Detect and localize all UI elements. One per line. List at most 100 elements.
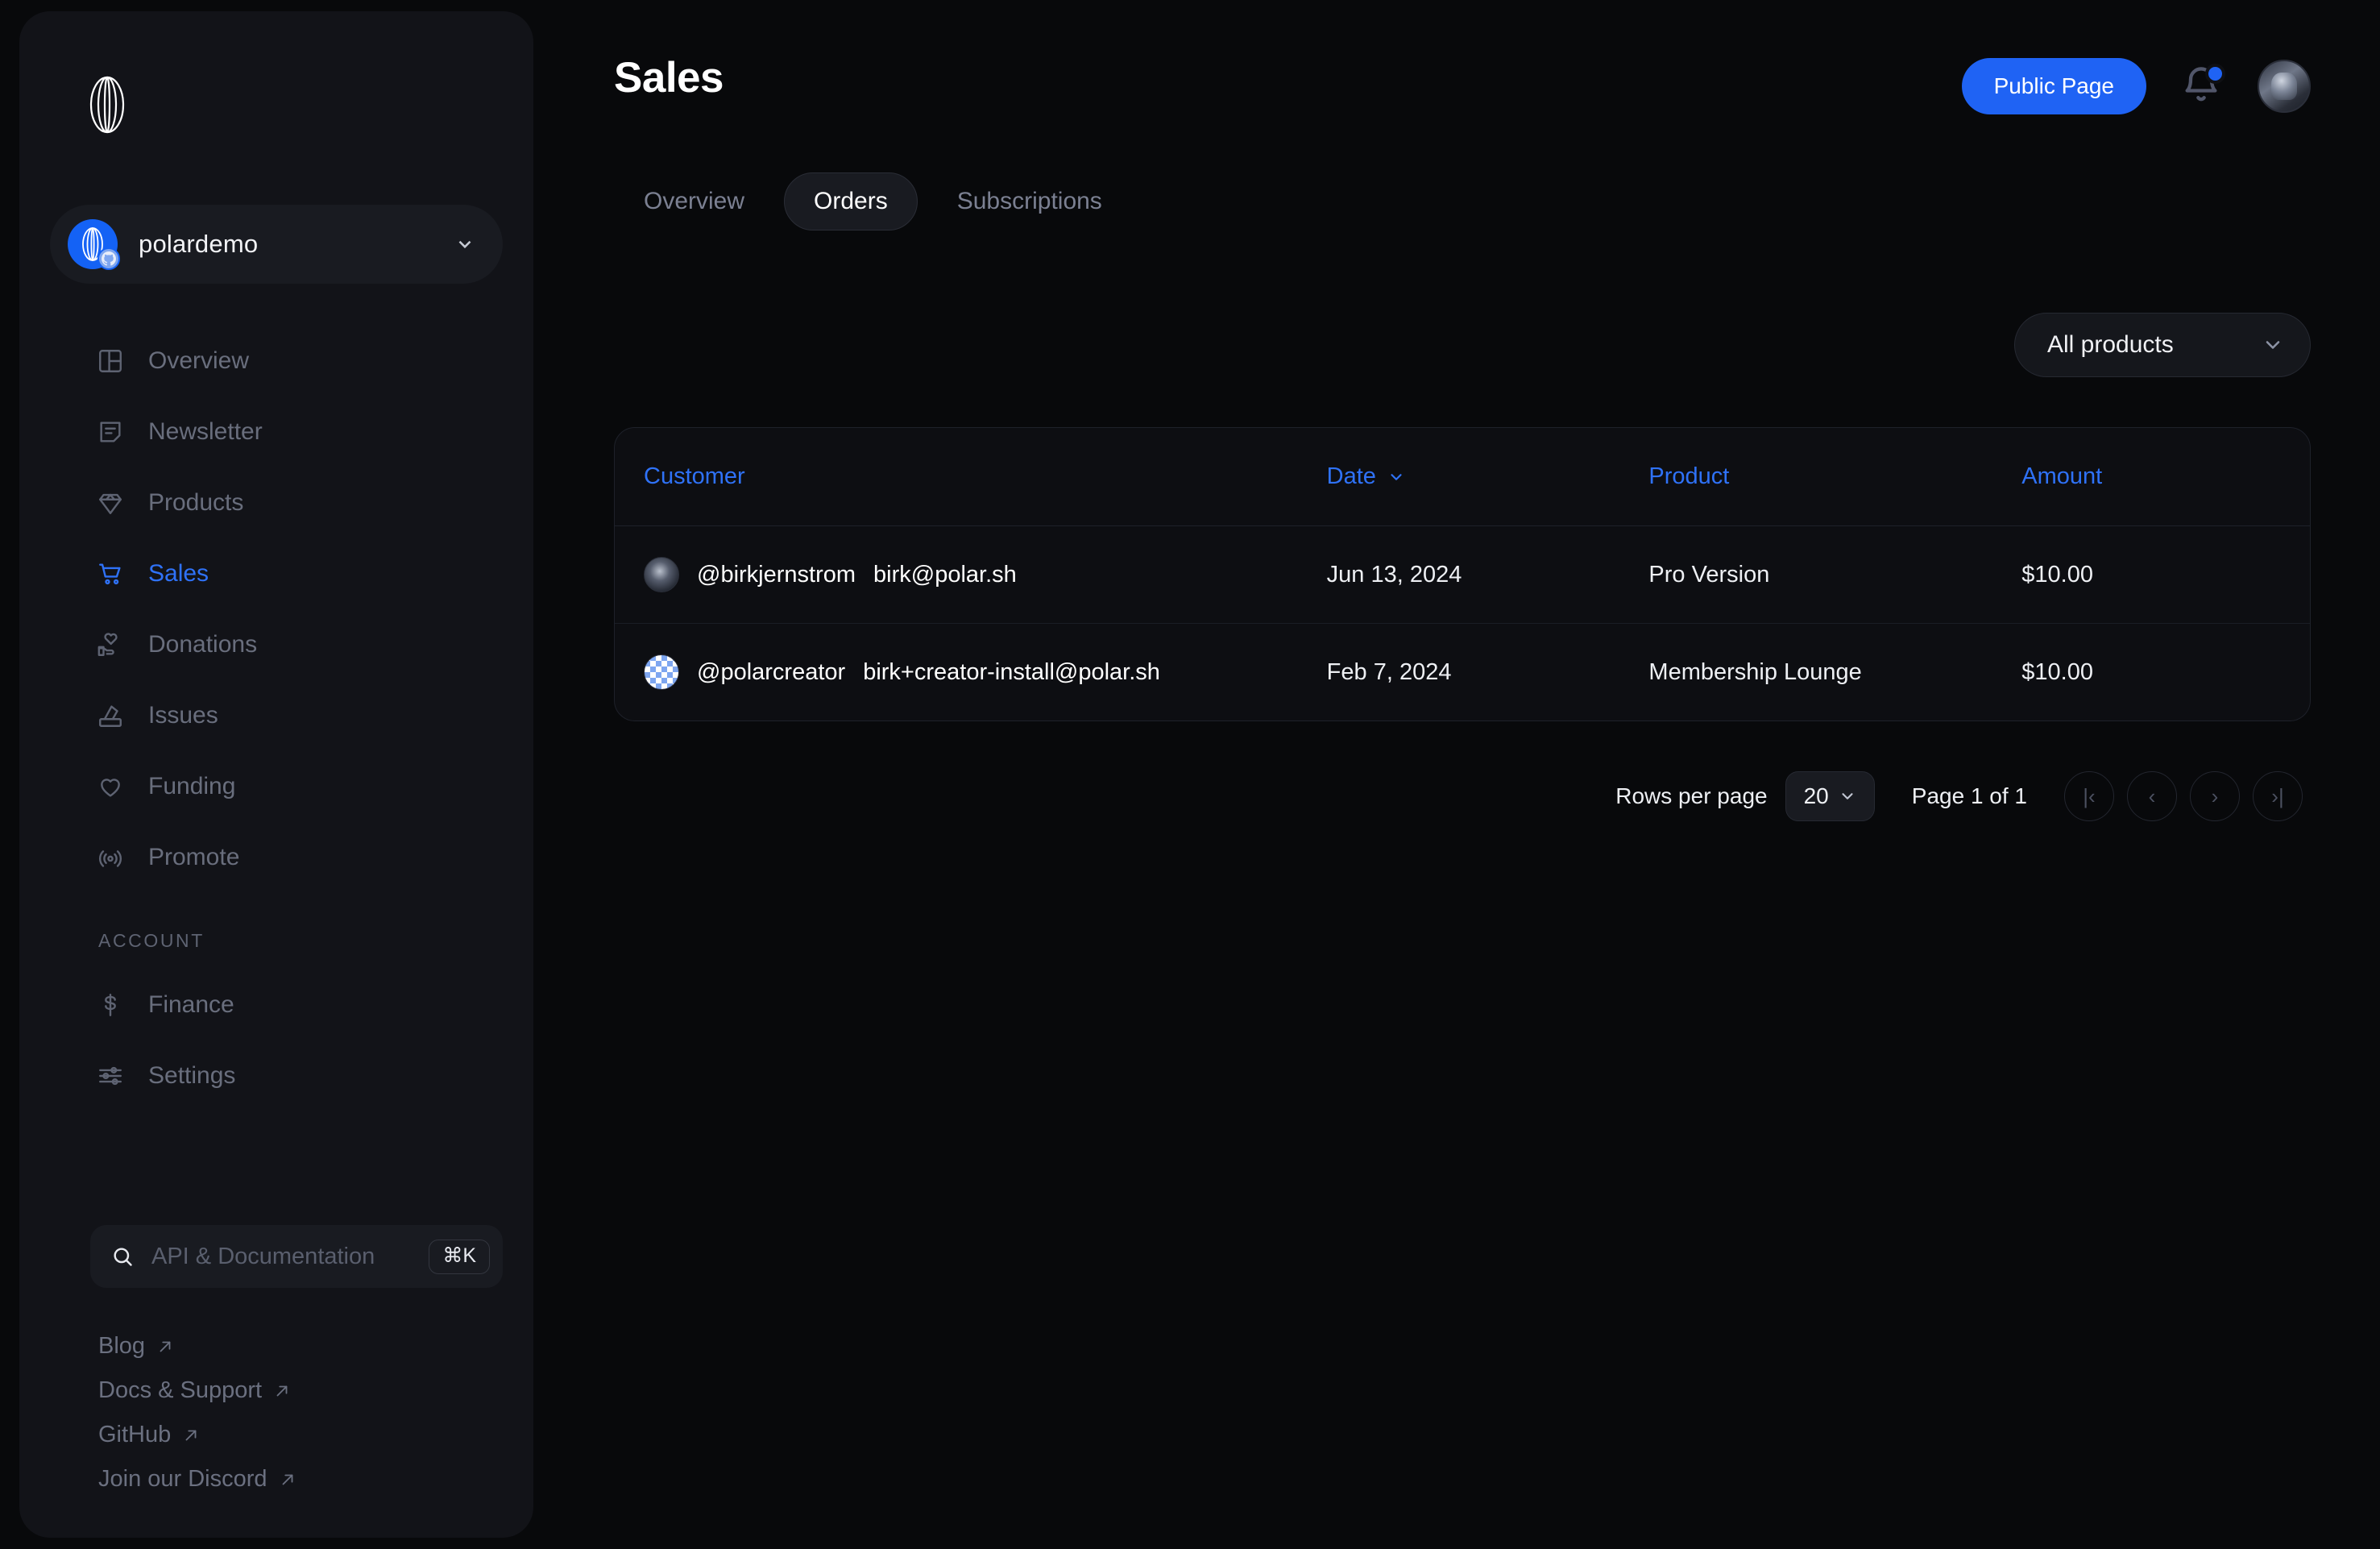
external-link-icon bbox=[160, 1341, 171, 1352]
chevron-down-icon bbox=[1842, 793, 1853, 799]
column-label: Product bbox=[1648, 463, 1730, 489]
sidebar-item-label: Newsletter bbox=[148, 418, 263, 445]
rows-per-page-label: Rows per page bbox=[1615, 783, 1768, 808]
search-input[interactable]: API & Documentation ⌘K bbox=[90, 1225, 503, 1288]
column-label: Amount bbox=[2021, 463, 2103, 489]
tab-bar: Overview Orders Subscriptions bbox=[614, 172, 2311, 230]
page-status: Page 1 of 1 bbox=[1911, 783, 2027, 808]
sidebar-footer-links: Blog Docs & Support GitHub Join our Disc… bbox=[19, 1288, 533, 1493]
layout-panel-icon bbox=[97, 347, 124, 375]
column-header-product[interactable]: Product bbox=[1648, 428, 2022, 526]
hand-heart-icon bbox=[97, 631, 124, 658]
pagination-buttons: |‹ ‹ › ›| bbox=[2064, 771, 2303, 821]
tab-overview[interactable]: Overview bbox=[614, 172, 774, 230]
rows-per-page-select[interactable]: 20 bbox=[1785, 771, 1875, 821]
column-label: Date bbox=[1326, 463, 1376, 489]
column-label: Customer bbox=[644, 463, 745, 489]
external-link-icon bbox=[276, 1385, 288, 1396]
sidebar-item-label: Products bbox=[148, 489, 244, 516]
broadcast-icon bbox=[97, 844, 124, 871]
first-page-button[interactable]: |‹ bbox=[2064, 771, 2114, 821]
footer-link-label: GitHub bbox=[98, 1422, 172, 1447]
polar-logo-wrap bbox=[19, 61, 533, 134]
column-header-customer[interactable]: Customer bbox=[615, 428, 1327, 526]
sidebar-item-issues[interactable]: Issues bbox=[19, 680, 533, 751]
external-link-icon bbox=[282, 1474, 292, 1485]
dollar-icon bbox=[97, 991, 124, 1019]
account-section-label: ACCOUNT bbox=[98, 930, 205, 951]
cell-customer: @polarcreator birk+creator-install@polar… bbox=[615, 624, 1327, 721]
table-row[interactable]: @birkjernstrom birk@polar.sh Jun 13, 202… bbox=[615, 526, 2310, 624]
tab-subscriptions[interactable]: Subscriptions bbox=[927, 172, 1132, 230]
org-selector[interactable]: polardemo bbox=[50, 205, 503, 284]
column-header-date[interactable]: Date bbox=[1326, 428, 1649, 526]
sidebar-item-promote[interactable]: Promote bbox=[19, 822, 533, 893]
search-shortcut-badge: ⌘K bbox=[429, 1239, 490, 1274]
cell-product: Membership Lounge bbox=[1648, 658, 1862, 685]
footer-link-label: Join our Discord bbox=[98, 1466, 267, 1492]
sidebar-item-label: Funding bbox=[148, 773, 236, 799]
main-header: Sales Public Page bbox=[614, 53, 2311, 114]
avatar[interactable] bbox=[2258, 60, 2311, 113]
chevron-down-icon bbox=[2266, 341, 2280, 349]
footer-link-docs-support[interactable]: Docs & Support bbox=[98, 1377, 291, 1404]
cell-amount: $10.00 bbox=[2021, 561, 2093, 588]
sidebar-item-settings[interactable]: Settings bbox=[19, 1040, 533, 1111]
column-header-amount[interactable]: Amount bbox=[2021, 428, 2310, 526]
external-link-icon bbox=[185, 1430, 197, 1440]
account-nav: Finance Settings bbox=[19, 970, 533, 1111]
org-avatar bbox=[68, 219, 120, 270]
sidebar-item-finance[interactable]: Finance bbox=[19, 970, 533, 1040]
footer-link-blog[interactable]: Blog bbox=[98, 1333, 174, 1360]
prev-page-button[interactable]: ‹ bbox=[2127, 771, 2177, 821]
customer-email: birk@polar.sh bbox=[873, 561, 1017, 588]
sidebar-item-label: Sales bbox=[148, 560, 209, 587]
sidebar-item-funding[interactable]: Funding bbox=[19, 751, 533, 822]
cell-product: Pro Version bbox=[1648, 561, 1770, 588]
pagination: Rows per page 20 Page 1 of 1 |‹ ‹ › ›| bbox=[614, 771, 2311, 821]
rows-per-page: Rows per page 20 bbox=[1615, 771, 1875, 821]
next-page-button[interactable]: › bbox=[2190, 771, 2240, 821]
note-icon bbox=[97, 418, 124, 446]
table-row[interactable]: @polarcreator birk+creator-install@polar… bbox=[615, 624, 2310, 721]
chevron-down-icon bbox=[1391, 473, 1402, 480]
customer-email: birk+creator-install@polar.sh bbox=[863, 658, 1160, 685]
primary-nav: Overview Newsletter Products Sales Donat… bbox=[19, 326, 533, 893]
notifications-button[interactable] bbox=[2180, 64, 2225, 108]
cell-customer: @birkjernstrom birk@polar.sh bbox=[615, 526, 1327, 624]
customer-handle: @birkjernstrom bbox=[697, 561, 856, 588]
table-head: Customer Date Product Amount bbox=[615, 428, 2310, 526]
tab-orders[interactable]: Orders bbox=[784, 172, 918, 230]
sidebar-item-label: Issues bbox=[148, 702, 218, 729]
customer-avatar bbox=[644, 557, 679, 592]
footer-link-label: Blog bbox=[98, 1333, 146, 1359]
rows-per-page-value: 20 bbox=[1803, 783, 1829, 808]
footer-link-github[interactable]: GitHub bbox=[98, 1422, 200, 1448]
sidebar-item-overview[interactable]: Overview bbox=[19, 326, 533, 397]
sidebar-item-label: Donations bbox=[148, 631, 258, 658]
product-filter-select[interactable]: All products bbox=[2014, 313, 2311, 377]
org-name: polardemo bbox=[139, 230, 259, 258]
footer-link-discord[interactable]: Join our Discord bbox=[98, 1466, 296, 1493]
sidebar-item-sales[interactable]: Sales bbox=[19, 538, 533, 609]
last-page-button[interactable]: ›| bbox=[2253, 771, 2303, 821]
cell-date: Jun 13, 2024 bbox=[1326, 561, 1462, 588]
filter-row: All products bbox=[614, 313, 2311, 377]
sidebar-item-label: Finance bbox=[148, 991, 234, 1018]
orders-table-card: Customer Date Product Amount @birkjernst… bbox=[614, 427, 2311, 721]
diamond-icon bbox=[97, 489, 124, 517]
customer-avatar bbox=[644, 654, 679, 690]
sidebar-item-donations[interactable]: Donations bbox=[19, 609, 533, 680]
heart-icon bbox=[97, 773, 124, 800]
cell-amount: $10.00 bbox=[2021, 658, 2093, 685]
sidebar-item-label: Settings bbox=[148, 1062, 236, 1089]
header-actions: Public Page bbox=[1961, 53, 2311, 114]
sidebar-item-products[interactable]: Products bbox=[19, 467, 533, 538]
chevron-down-icon bbox=[458, 240, 471, 249]
main-content: Sales Public Page Overview Orders Subscr… bbox=[533, 11, 2380, 1538]
product-filter-value: All products bbox=[2047, 331, 2174, 358]
sidebar-item-newsletter[interactable]: Newsletter bbox=[19, 397, 533, 467]
public-page-button[interactable]: Public Page bbox=[1961, 58, 2146, 114]
polar-logo-icon bbox=[82, 76, 533, 134]
